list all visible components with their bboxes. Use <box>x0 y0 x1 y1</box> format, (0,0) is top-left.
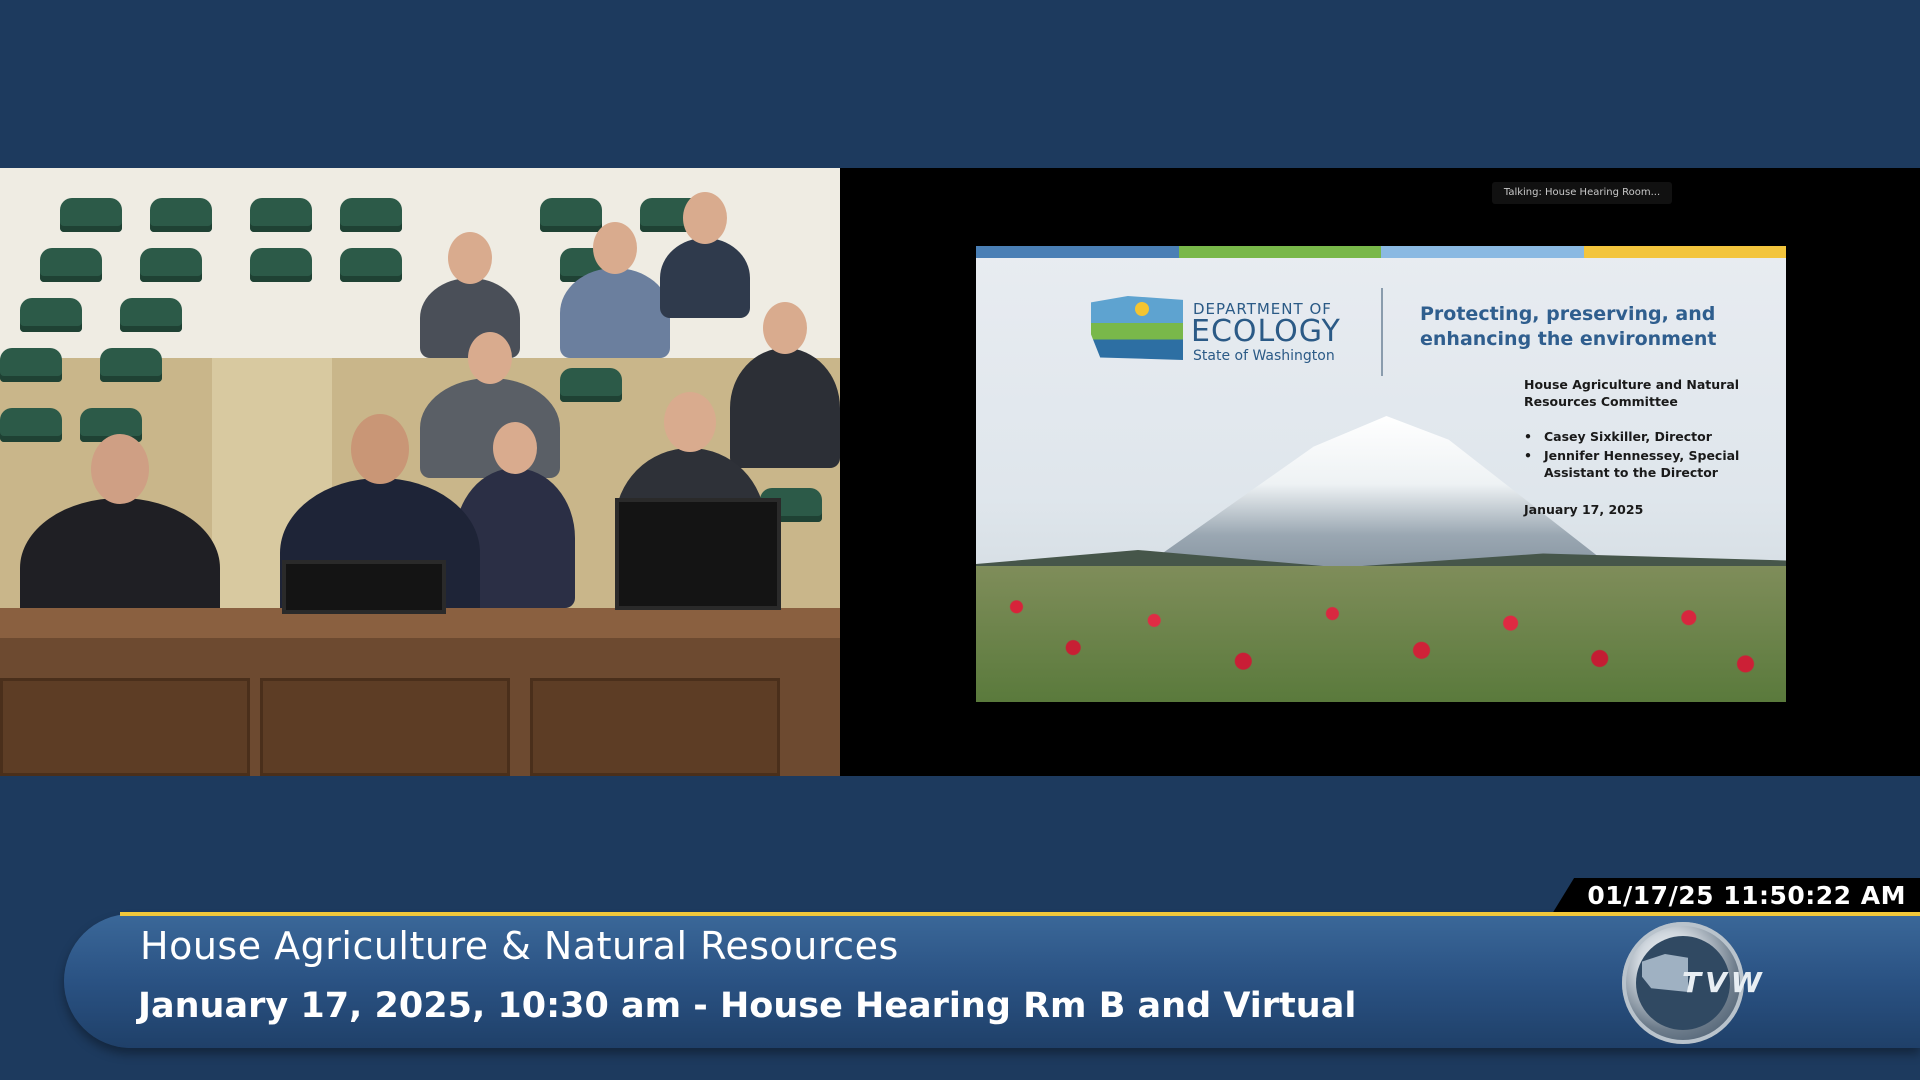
timestamp-tab: 01/17/25 11:50:22 AM <box>1552 878 1920 914</box>
slide-color-bars <box>976 246 1786 258</box>
hearing-room-video <box>0 168 840 776</box>
sun-icon <box>1135 302 1149 316</box>
witness-monitor <box>615 498 781 610</box>
program-title: House Agriculture & Natural Resources <box>140 924 899 968</box>
broadcast-timestamp: 01/17/25 11:50:22 AM <box>1587 881 1906 910</box>
audience-member <box>420 332 560 478</box>
witness-table <box>0 608 840 776</box>
slide-bar <box>976 246 1179 258</box>
tvw-logo-text: TVW <box>1682 966 1766 999</box>
slide-divider <box>1381 288 1383 376</box>
program-subtitle: January 17, 2025, 10:30 am - House Heari… <box>138 986 1357 1026</box>
talking-indicator: Talking: House Hearing Room... <box>1492 182 1672 204</box>
slide-tagline: Protecting, preserving, and enhancing th… <box>1420 303 1717 350</box>
slide-date: January 17, 2025 <box>1524 502 1644 517</box>
presentation-slide: DEPARTMENT OF ECOLOGY State of Washingto… <box>976 246 1786 702</box>
slide-bar <box>1583 246 1786 258</box>
slide-bar <box>1178 246 1381 258</box>
ecology-logo: DEPARTMENT OF ECOLOGY State of Washingto… <box>1091 296 1340 366</box>
logo-line-2: ECOLOGY <box>1191 314 1341 349</box>
witness-monitor <box>282 560 446 614</box>
lower-third-accent-line <box>120 912 1920 916</box>
slide-committee: House Agriculture and Natural Resources … <box>1524 377 1740 409</box>
audience-member <box>660 192 750 318</box>
slide-bar <box>1381 246 1584 258</box>
presenter-list: Casey Sixkiller, Director Jennifer Henne… <box>1524 428 1764 483</box>
presenter-item: Casey Sixkiller, Director <box>1524 428 1764 445</box>
presenter-item: Jennifer Hennessey, Special Assistant to… <box>1524 447 1764 481</box>
audience-member <box>730 302 840 468</box>
logo-line-3: State of Washington <box>1193 348 1335 364</box>
presentation-video: Talking: House Hearing Room... DEPARTMEN… <box>840 168 1920 776</box>
wildflower-meadow-image <box>976 566 1786 702</box>
audience-member <box>560 222 670 358</box>
